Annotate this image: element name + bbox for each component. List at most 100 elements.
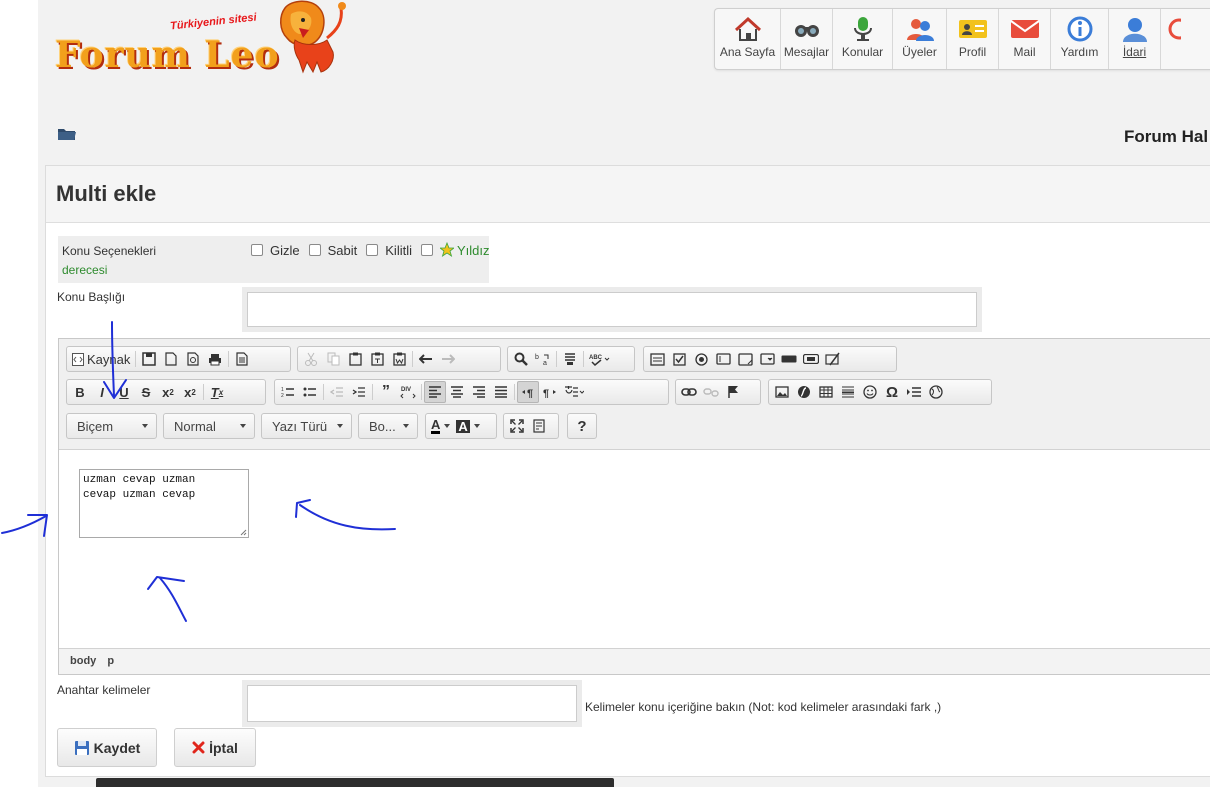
style-select[interactable]: Normal (163, 413, 255, 439)
select-field-button[interactable] (756, 348, 778, 370)
blockquote-button[interactable]: ” (375, 381, 397, 403)
image-button-button[interactable] (800, 348, 822, 370)
text-color-button[interactable]: A (428, 415, 453, 437)
form-button[interactable] (646, 348, 668, 370)
flash-button[interactable] (793, 381, 815, 403)
horizontal-rule-button[interactable] (837, 381, 859, 403)
hide-checkbox[interactable] (251, 244, 263, 256)
nav-item-help[interactable]: Yardım (1051, 9, 1109, 69)
close-icon (192, 741, 205, 754)
paste-text-button[interactable] (366, 348, 388, 370)
folder-icon[interactable] (58, 127, 76, 141)
source-button[interactable]: Kaynak (69, 348, 133, 370)
sticky-checkbox[interactable] (308, 244, 321, 256)
select-all-button[interactable] (559, 348, 581, 370)
size-select[interactable]: Bo... (358, 413, 418, 439)
new-page-button[interactable] (160, 348, 182, 370)
keywords-input[interactable] (247, 685, 577, 722)
undo-icon (419, 354, 432, 364)
unlink-button[interactable] (700, 381, 722, 403)
show-blocks-button[interactable] (528, 415, 550, 437)
templates-button[interactable] (231, 348, 253, 370)
radio-button[interactable] (690, 348, 712, 370)
create-div-button[interactable]: DIV (397, 381, 419, 403)
topic-title-input[interactable] (247, 292, 977, 327)
site-logo[interactable]: Türkiyenin sitesi Forum Leo (55, 0, 346, 80)
save-doc-button[interactable] (138, 348, 160, 370)
align-center-button[interactable] (446, 381, 468, 403)
maximize-button[interactable] (506, 415, 528, 437)
save-button[interactable]: Kaydet (57, 728, 157, 767)
print-button[interactable] (204, 348, 226, 370)
star-checkbox[interactable] (421, 244, 433, 256)
nav-item-profile[interactable]: Profil (947, 9, 999, 69)
cancel-button[interactable]: İptal (174, 728, 256, 767)
nav-item-topics[interactable]: Konular (833, 9, 893, 69)
align-right-button[interactable] (468, 381, 490, 403)
path-item[interactable]: p (107, 655, 114, 667)
italic-button[interactable]: I (91, 381, 113, 403)
image-button[interactable] (771, 381, 793, 403)
strike-button[interactable]: S (135, 381, 157, 403)
font-select[interactable]: Yazı Türü (261, 413, 352, 439)
nav-item-admin[interactable]: İdari (1109, 9, 1161, 69)
textarea-button[interactable] (734, 348, 756, 370)
text-field-button[interactable] (712, 348, 734, 370)
ltr-button[interactable]: ¶ (517, 381, 539, 403)
nav-item-home[interactable]: Ana Sayfa (715, 9, 781, 69)
users-icon (905, 15, 935, 43)
rtl-button[interactable]: ¶ (539, 381, 561, 403)
home-icon (733, 15, 763, 43)
nav-item-members[interactable]: Üyeler (893, 9, 947, 69)
forum-title[interactable]: Forum Hal (1124, 127, 1208, 147)
indent-button[interactable] (348, 381, 370, 403)
path-item[interactable]: body (70, 655, 96, 667)
bulleted-list-button[interactable] (299, 381, 321, 403)
iframe-button[interactable] (925, 381, 947, 403)
checkbox-button[interactable] (668, 348, 690, 370)
toolbar-separator (228, 351, 230, 367)
justify-button[interactable] (490, 381, 512, 403)
bold-button[interactable]: B (69, 381, 91, 403)
link-button[interactable] (678, 381, 700, 403)
numbered-list-button[interactable]: 12 (277, 381, 299, 403)
smiley-button[interactable] (859, 381, 881, 403)
replace-icon: ba (535, 354, 549, 366)
preview-button[interactable] (182, 348, 204, 370)
superscript-button[interactable]: x2 (179, 381, 201, 403)
paste-button[interactable] (344, 348, 366, 370)
redo-button[interactable] (437, 348, 459, 370)
nav-item-mail[interactable]: Mail (999, 9, 1051, 69)
language-button[interactable] (561, 381, 587, 403)
paste-word-button[interactable] (388, 348, 410, 370)
remove-format-button[interactable]: Tx (206, 381, 228, 403)
button-field-button[interactable] (778, 348, 800, 370)
special-char-button[interactable]: Ω (881, 381, 903, 403)
editor-content-area[interactable]: uzman cevap uzman cevap uzman cevap (59, 449, 1210, 649)
find-button[interactable] (510, 348, 532, 370)
resize-grip-icon[interactable] (240, 529, 247, 536)
underline-button[interactable]: U (113, 381, 135, 403)
bg-color-button[interactable]: A (453, 415, 482, 437)
locked-checkbox[interactable] (366, 244, 379, 256)
align-left-button[interactable] (424, 381, 446, 403)
nav-item-messages[interactable]: Mesajlar (781, 9, 833, 69)
outdent-button[interactable] (326, 381, 348, 403)
nav-item-more[interactable] (1161, 9, 1181, 69)
anchor-button[interactable] (722, 381, 744, 403)
spellcheck-button[interactable]: ABC (586, 348, 614, 370)
subscript-button[interactable]: x2 (157, 381, 179, 403)
search-icon (514, 352, 528, 366)
copy-button[interactable] (322, 348, 344, 370)
hidden-field-button[interactable] (822, 348, 844, 370)
content-textarea[interactable]: uzman cevap uzman cevap uzman cevap (79, 469, 249, 538)
table-button[interactable] (815, 381, 837, 403)
toolbar-separator (135, 351, 137, 367)
page-break-button[interactable] (903, 381, 925, 403)
help-button[interactable]: ? (571, 415, 593, 437)
format-select[interactable]: Biçem (66, 413, 157, 439)
replace-button[interactable]: ba (532, 348, 554, 370)
microphone-icon (848, 15, 878, 43)
cut-button[interactable] (300, 348, 322, 370)
undo-button[interactable] (415, 348, 437, 370)
